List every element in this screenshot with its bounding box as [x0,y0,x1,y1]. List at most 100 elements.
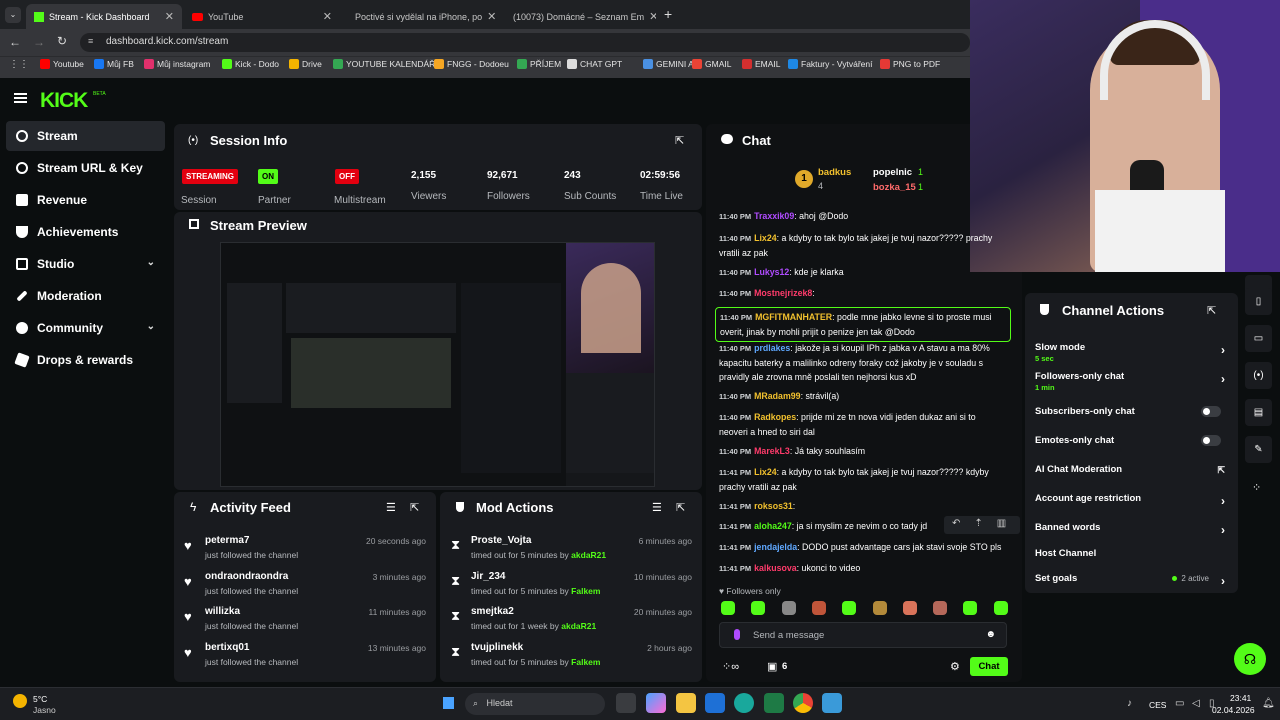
chat-message[interactable]: 11:40 PM Radkopes: prijde mi ze tn nova v… [719,410,1004,439]
browser-tab-kick[interactable]: Stream - Kick Dashboard ✕ [26,4,182,29]
chat-message[interactable]: 11:40 PM Lix24: a kdyby to tak bylo tak j… [719,231,1004,260]
leader-name[interactable]: badkus [818,167,851,178]
chat-message[interactable]: 11:40 PM MGFITMANHATER: podle mne jabko l… [715,307,1011,342]
tab-list-button[interactable]: ⌄ [5,7,21,23]
channel-action-item[interactable]: Banned words › [1035,522,1225,537]
apps-icon[interactable]: ⋮⋮ [9,59,29,70]
channel-action-item[interactable]: Account age restriction › [1035,493,1225,508]
kick-logo[interactable]: KICK [40,89,88,113]
timed-out-user[interactable]: Jir_234 [471,571,505,582]
filter-icon[interactable]: ☰ [652,501,662,514]
bookmark-item[interactable]: Faktury - Vytváření [788,59,872,69]
emote-icon[interactable] [842,601,857,615]
channel-action-item[interactable]: Set goals › 2 active [1035,573,1225,588]
bookmark-item[interactable]: YOUTUBE KALENDÁŘ [333,59,435,69]
emote-icon[interactable] [872,601,887,615]
channel-action-item[interactable]: Emotes-only chat [1035,435,1225,446]
menu-icon[interactable] [14,93,27,103]
bookmark-item[interactable]: EMAIL [742,59,781,69]
timed-out-user[interactable]: tvujplinekk [471,642,523,653]
channel-action-item[interactable]: Host Channel [1035,548,1225,559]
edge-icon[interactable] [734,693,754,713]
chat-username[interactable]: MRadam99 [754,391,800,401]
stream-preview-video[interactable] [220,242,655,487]
community-icon[interactable]: ⁘ [1252,481,1261,494]
chat-username[interactable]: kalkusova [754,563,797,573]
emote-icon[interactable] [933,601,948,615]
follower-name[interactable]: ondraondraondra [205,571,288,582]
chat-message[interactable]: 11:40 PM MarekL3: Já taky souhlasím [719,444,1004,459]
copilot-icon[interactable] [646,693,666,713]
follower-name[interactable]: peterma7 [205,535,249,546]
support-button[interactable]: ☊ [1234,643,1266,675]
close-tab-icon[interactable]: ✕ [487,10,496,23]
bookmark-item[interactable]: Kick - Dodo [222,59,279,69]
emoji-icon[interactable]: ☻ [985,629,996,640]
close-tab-icon[interactable]: ✕ [323,10,332,23]
sidebar-item-community[interactable]: Community ⌄ [6,313,165,343]
taskbar-search[interactable]: ⌕ Hledat [465,693,605,715]
volume-icon[interactable]: ◁ [1192,698,1200,709]
bookmark-item[interactable]: Drive [289,59,322,69]
community-icon[interactable]: ⁘∞ [722,660,739,673]
emote-icon[interactable] [751,601,766,615]
document-icon[interactable]: ▤ [1245,399,1272,426]
channel-action-item[interactable]: AI Chat Moderation ⇱ [1035,464,1225,475]
wrench-icon[interactable]: ✎ [1245,436,1272,463]
bookmark-item[interactable]: Youtube [40,59,84,69]
channel-action-item[interactable]: Followers-only chat 1 min › [1035,371,1225,392]
leader-name[interactable]: popelnic [873,167,912,178]
settings-icon[interactable]: ⚙ [950,660,960,673]
browser-tab-iphone[interactable]: Poctivé si vydělal na iPhone, po ✕ [342,4,498,29]
sidebar-item-stream[interactable]: Stream [6,121,165,151]
leader-name[interactable]: bozka_15 [873,182,916,193]
emote-icon[interactable] [721,601,735,615]
send-chat-button[interactable]: Chat [970,657,1008,676]
chat-username[interactable]: MarekL3 [754,446,790,456]
popout-icon[interactable]: ⇱ [675,134,684,147]
emote-icon[interactable] [993,601,1008,615]
clock-date[interactable]: 02.04.2026 [1212,705,1255,715]
notifications-icon[interactable]: 🔔︎ [1262,698,1275,709]
chat-username[interactable]: Lukys12 [754,267,789,277]
channel-action-item[interactable]: Subscribers-only chat [1035,406,1225,417]
mic-tray-icon[interactable]: ♪ [1127,698,1132,709]
follower-name[interactable]: bertixq01 [205,642,249,653]
popout-icon[interactable]: ⇱ [1207,304,1216,317]
emote-icon[interactable] [902,601,917,615]
reload-icon[interactable]: ↻ [57,34,67,48]
bookmark-item[interactable]: PŘÍJEM [517,59,561,69]
network-icon[interactable]: ▭ [1175,698,1184,709]
chrome-icon[interactable] [793,693,813,713]
chat-username[interactable]: aloha247 [754,521,792,531]
chat-bubble-icon[interactable]: ▭ [1245,325,1272,352]
chat-message[interactable]: 11:41 PM roksos31: [719,499,1004,514]
moderator-name[interactable]: akdaR21 [571,550,606,560]
page-icon[interactable]: ▯ [1245,288,1272,315]
emote-icon[interactable] [811,601,826,615]
language-indicator[interactable]: CES [1149,700,1166,710]
channel-action-item[interactable]: Slow mode 5 sec › [1035,342,1225,363]
sidebar-item-stream-url-key[interactable]: Stream URL & Key [6,153,165,183]
task-view-icon[interactable] [616,693,636,713]
url-input[interactable]: ≡ dashboard.kick.com/stream [80,33,970,52]
chat-message[interactable]: 11:40 PM Traxxik09: ahoj @Dodo [719,209,1004,224]
chat-input[interactable]: Send a message ☻ [719,622,1007,648]
chat-message[interactable]: 11:40 PM MRadam99: strávil(a) [719,389,1004,404]
filter-icon[interactable]: ☰ [386,501,396,514]
chat-username[interactable]: Radkopes [754,412,796,422]
toggle-switch[interactable] [1201,406,1221,417]
sidebar-item-studio[interactable]: Studio ⌄ [6,249,165,279]
chat-message[interactable]: 11:40 PM Lukys12: kde je klarka [719,265,1004,280]
browser-tab-youtube[interactable]: YouTube ✕ [184,4,340,29]
chat-username[interactable]: Traxxik09 [754,211,794,221]
bookmark-item[interactable]: PNG to PDF [880,59,940,69]
chat-message[interactable]: 11:41 PM Lix24: a kdyby to tak bylo tak j… [719,465,1004,494]
broadcast-icon[interactable]: (•) [1245,362,1272,389]
chat-username[interactable]: MGFITMANHATER [755,312,832,322]
emote-icon[interactable] [781,601,796,615]
close-tab-icon[interactable]: ✕ [649,10,656,23]
moderator-name[interactable]: Falkem [571,586,600,596]
bookmark-item[interactable]: Můj instagram [144,59,210,69]
toggle-switch[interactable] [1201,435,1221,446]
